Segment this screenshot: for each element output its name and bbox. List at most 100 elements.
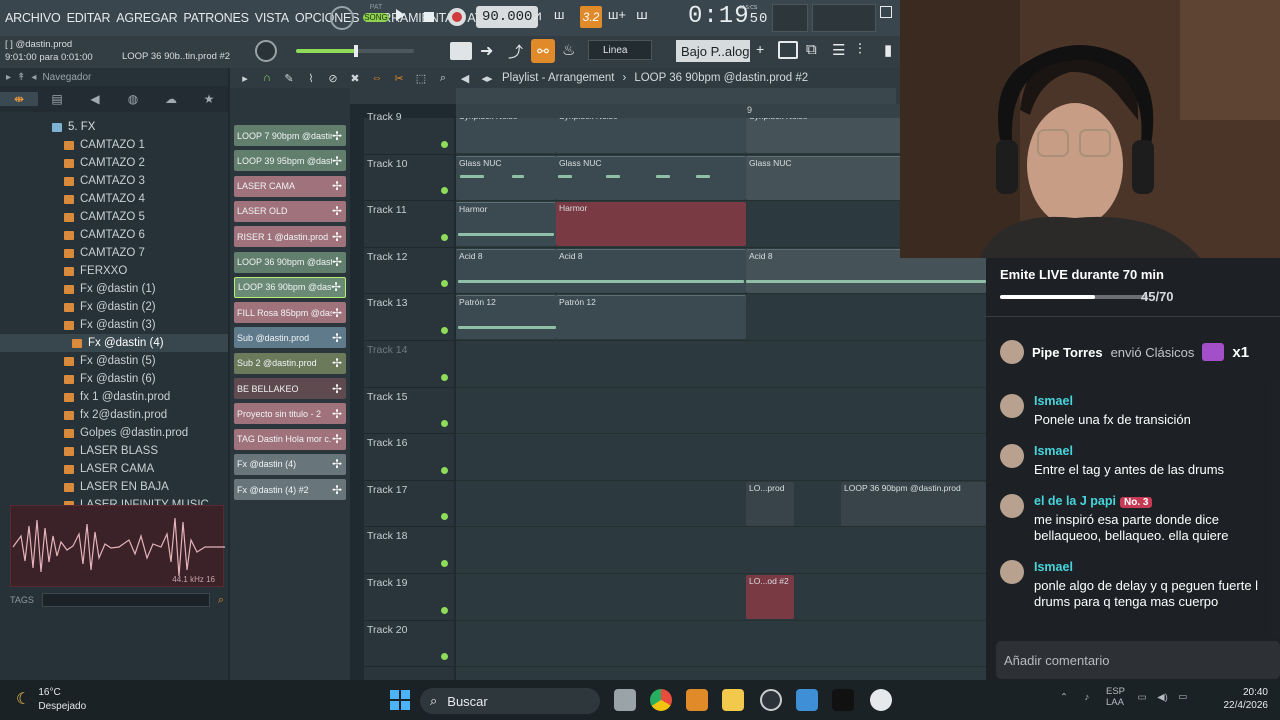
menu-item[interactable]: EDITAR	[67, 11, 111, 25]
browser-item[interactable]: CAMTAZO 1	[0, 136, 228, 154]
playlist-clip[interactable]: Synpluck Noise	[556, 118, 746, 153]
blend-notes-icon[interactable]: ш+	[608, 7, 628, 27]
clip-drag-icon[interactable]: ✢	[332, 483, 342, 497]
menu-item[interactable]: VISTA	[255, 11, 289, 25]
browser-item[interactable]: LASER CAMA	[0, 460, 228, 478]
comment-user[interactable]: el de la J papi No. 3	[1034, 494, 1280, 508]
clip-drag-icon[interactable]: ✢	[332, 179, 342, 193]
channel-clip[interactable]: FILL Rosa 85bpm @dastin✢	[234, 302, 346, 324]
channel-clip[interactable]: Sub 2 @dastin.prod ✢	[234, 352, 346, 374]
avatar[interactable]	[1000, 340, 1024, 364]
channel-clip[interactable]: Sub @dastin.prod ✢	[234, 327, 346, 349]
counter-display[interactable]: 3.2	[580, 6, 602, 28]
track-mute-led[interactable]	[441, 466, 448, 474]
tab-speaker-icon[interactable]: ◀	[76, 92, 114, 106]
playlist-clip[interactable]: LOOP 36 90bpm @dastin.prod	[841, 481, 986, 526]
clip-drag-icon[interactable]: ✢	[332, 457, 342, 471]
comment-input[interactable]: Añadir comentario	[996, 641, 1280, 679]
playlist-clip[interactable]: Acid 8	[456, 248, 556, 293]
track-header[interactable]: Track 16	[364, 434, 454, 481]
clip-drag-icon[interactable]: ✢	[332, 154, 342, 168]
tab-files-icon[interactable]: ▤	[38, 92, 76, 106]
track-lane[interactable]	[456, 341, 986, 388]
wait-icon[interactable]: ш	[554, 7, 574, 27]
track-mute-led[interactable]	[441, 513, 448, 521]
channel-clip[interactable]: LOOP 36 90bpm @dastin.prod✢	[234, 276, 346, 298]
playlist-clip[interactable]: LO...prod	[746, 481, 794, 526]
link-icon[interactable]: ⚯	[531, 39, 555, 63]
speaker-icon[interactable]: ◀	[458, 71, 472, 85]
browser-item[interactable]: CAMTAZO 6	[0, 226, 228, 244]
playlist-clip[interactable]: Harmor	[456, 202, 556, 247]
playlist-icon[interactable]	[778, 41, 798, 59]
menu-item[interactable]: PATRONES	[183, 11, 249, 25]
clip-drag-icon[interactable]: ✢	[332, 331, 342, 345]
browser-item[interactable]: Golpes @dastin.prod	[0, 424, 228, 442]
browser-item[interactable]: LASER BLASS	[0, 442, 228, 460]
browser-item[interactable]: fx 2@dastin.prod	[0, 406, 228, 424]
snap-mode-select[interactable]: Linea	[588, 40, 652, 60]
delete-icon[interactable]: ⊘	[326, 71, 340, 85]
network-icon[interactable]: ▭	[1138, 692, 1147, 703]
browser-item[interactable]: fx 1 @dastin.prod	[0, 388, 228, 406]
pencil-icon[interactable]: ✎	[282, 71, 296, 85]
clip-drag-icon[interactable]: ✢	[332, 432, 342, 446]
collapse-icon[interactable]: ▸	[6, 72, 11, 83]
mixer-icon[interactable]: ☰	[832, 41, 850, 59]
chevron-up-icon[interactable]: ⌃	[1060, 692, 1068, 703]
track-header[interactable]: Track 10	[364, 155, 454, 202]
menu-arrow-icon[interactable]: ▸	[238, 71, 252, 85]
nav-arrows-icon[interactable]: ◂▸	[480, 71, 494, 85]
track-mute-led[interactable]	[441, 280, 448, 288]
channel-clip[interactable]: LOOP 7 90bpm @dastin.prod✢	[234, 125, 346, 146]
channel-clip[interactable]: Fx @dastin (4) ✢	[234, 453, 346, 475]
volume-slider[interactable]	[296, 45, 414, 57]
system-tray[interactable]: ⌃ ♪ ESP LAA ▭ ◀) ▭	[1060, 686, 1187, 708]
track-mute-led[interactable]	[441, 140, 448, 148]
track-header[interactable]: Track 14	[364, 341, 454, 388]
loop-record-icon[interactable]: ꟺ	[636, 7, 656, 27]
avatar[interactable]	[1000, 494, 1024, 518]
track-lane[interactable]	[456, 434, 986, 481]
clip-drag-icon[interactable]: ✢	[332, 356, 342, 370]
track-header[interactable]: Track 20	[364, 621, 454, 668]
window-square-icon[interactable]	[880, 6, 892, 18]
track-mute-led[interactable]	[441, 653, 448, 661]
slice-icon[interactable]: ✂	[392, 71, 406, 85]
channel-clip[interactable]: LASER CAMA ✢	[234, 175, 346, 197]
browser-item[interactable]: CAMTAZO 5	[0, 208, 228, 226]
select-icon[interactable]: ⬚	[414, 71, 428, 85]
photos-icon[interactable]	[796, 689, 818, 711]
obs-icon[interactable]	[760, 689, 782, 711]
tab-all-icon[interactable]: ⇼	[0, 92, 38, 106]
plugin-icon[interactable]: ▮	[884, 41, 898, 59]
pat-song-toggle[interactable]: PAT SONG	[363, 4, 389, 32]
track-mute-led[interactable]	[441, 420, 448, 428]
channel-clip[interactable]: Fx @dastin (4) #2 ✢	[234, 479, 346, 501]
browser-item[interactable]: Fx @dastin (2)	[0, 298, 228, 316]
battery-icon[interactable]: ▭	[1178, 692, 1187, 703]
playlist-clip[interactable]: Patrón 12	[556, 295, 746, 340]
track-mute-led[interactable]	[441, 326, 448, 334]
browser-item[interactable]: FERXXO	[0, 262, 228, 280]
channel-clip[interactable]: BE BELLAKEO ✢	[234, 378, 346, 399]
pitch-knob[interactable]	[255, 40, 277, 62]
playlist-clip[interactable]: Acid 8	[556, 248, 746, 293]
back-icon[interactable]: ◂	[31, 72, 36, 83]
tab-star-icon[interactable]: ★	[190, 92, 228, 106]
add-preset-icon[interactable]: +	[756, 41, 764, 57]
magnet-icon[interactable]: ∩	[260, 71, 274, 85]
track-header[interactable]: Track 12	[364, 248, 454, 295]
record-icon[interactable]	[448, 8, 466, 26]
browser-folder[interactable]: 5. FX	[0, 118, 228, 136]
channel-rack-icon[interactable]: ⧉	[806, 41, 824, 59]
arrow-right-icon[interactable]: ➜	[480, 41, 493, 61]
chrome-icon[interactable]	[650, 689, 672, 711]
clock-date[interactable]: 20:40 22/4/2026	[1224, 686, 1269, 712]
track-lane[interactable]	[456, 388, 986, 435]
browser-item[interactable]: Fx @dastin (6)	[0, 370, 228, 388]
playlist-clip[interactable]: LO...od #2	[746, 575, 794, 619]
comment-user[interactable]: Ismael	[1034, 560, 1280, 574]
track-mute-led[interactable]	[441, 559, 448, 567]
track-header[interactable]: Track 17	[364, 481, 454, 528]
